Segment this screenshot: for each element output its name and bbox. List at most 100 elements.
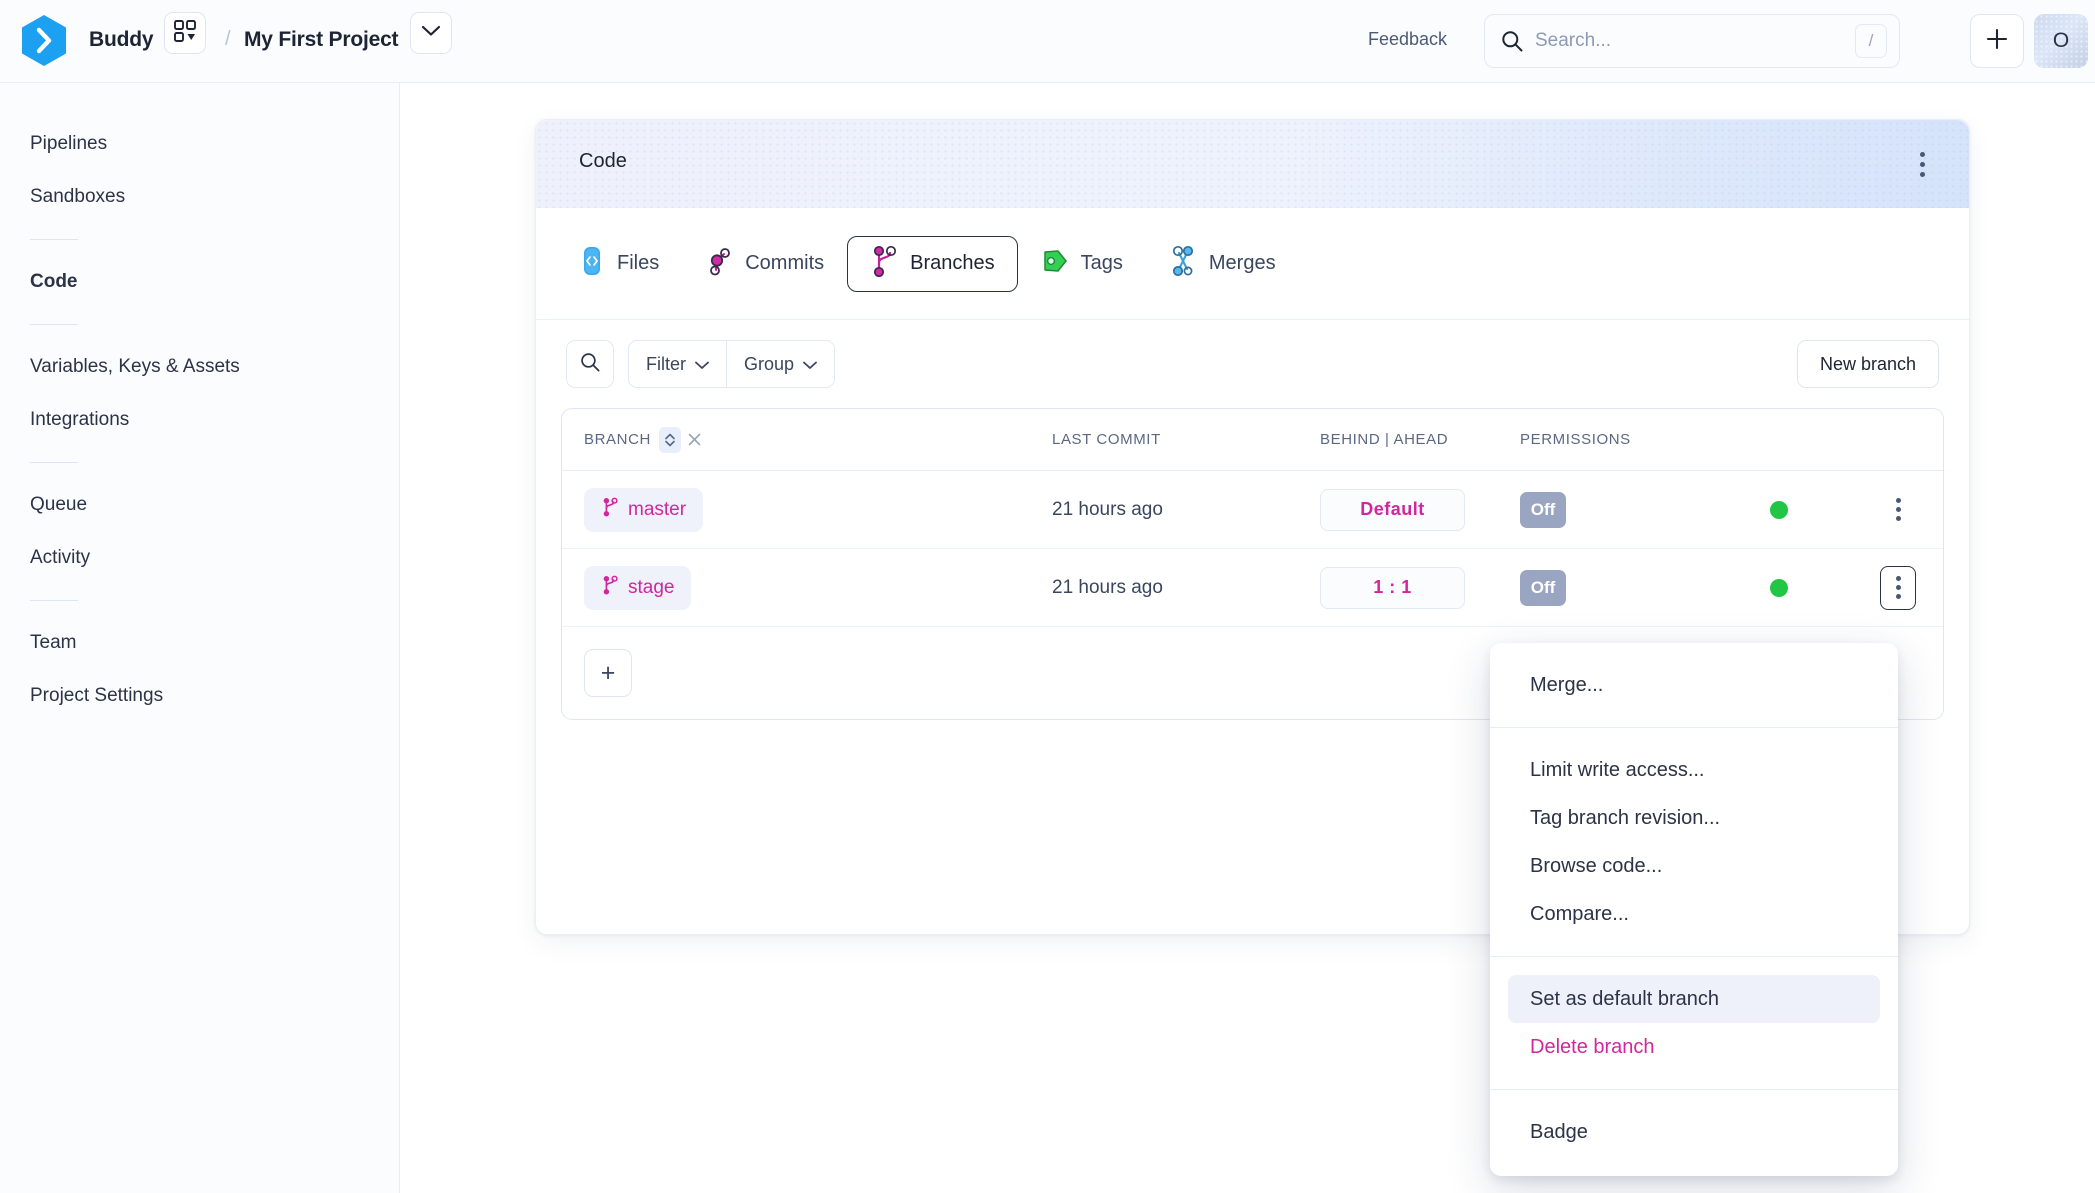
- filter-button[interactable]: Filter: [629, 341, 726, 387]
- sidebar-item-label: Variables, Keys & Assets: [30, 356, 240, 377]
- column-label-behind-ahead: BEHIND | AHEAD: [1320, 430, 1449, 448]
- filter-group-segment: Filter Group: [628, 340, 836, 388]
- create-new-button[interactable]: [1970, 14, 2024, 68]
- sidebar-item-label: Pipelines: [30, 133, 108, 154]
- branch-icon: [601, 575, 619, 601]
- cell-actions: [1880, 565, 1943, 610]
- sidebar-nav: Pipelines Sandboxes Code Variables, Keys…: [0, 83, 399, 711]
- menu-item-label: Browse code...: [1530, 854, 1663, 877]
- sidebar-item-integrations[interactable]: Integrations: [0, 405, 399, 435]
- chevron-down-icon: [803, 354, 817, 375]
- dot-icon: [1895, 498, 1901, 503]
- group-button[interactable]: Group: [726, 341, 834, 387]
- cell-permissions: Off: [1520, 569, 1770, 606]
- buddy-logo-icon[interactable]: [21, 14, 67, 67]
- cell-behind-ahead: 1 : 1: [1320, 566, 1520, 609]
- sidebar-item-sandboxes[interactable]: Sandboxes: [0, 182, 399, 212]
- sidebar-item-project-settings[interactable]: Project Settings: [0, 681, 399, 711]
- menu-item-tag-branch-revision[interactable]: Tag branch revision...: [1508, 794, 1880, 842]
- tab-files[interactable]: Files: [556, 236, 682, 292]
- sidebar-item-code[interactable]: Code: [0, 267, 399, 297]
- permissions-toggle[interactable]: Off: [1520, 569, 1566, 606]
- sort-toggle-icon[interactable]: [658, 426, 681, 453]
- panel-options-button[interactable]: [1909, 144, 1935, 184]
- table-row[interactable]: master 21 hours ago Default Off: [562, 471, 1943, 549]
- cell-branch: stage: [584, 565, 1052, 610]
- sidebar: Pipelines Sandboxes Code Variables, Keys…: [0, 83, 400, 1193]
- search-branches-button[interactable]: [566, 340, 614, 388]
- tab-merges[interactable]: Merges: [1146, 236, 1299, 292]
- tab-commits[interactable]: Commits: [682, 236, 847, 292]
- column-header-behind-ahead: BEHIND | AHEAD: [1320, 431, 1520, 449]
- menu-item-label: Limit write access...: [1530, 758, 1705, 781]
- app-switcher-button[interactable]: [164, 12, 206, 54]
- menu-divider: [1490, 956, 1898, 957]
- sidebar-item-team[interactable]: Team: [0, 628, 399, 658]
- avatar[interactable]: O: [2034, 14, 2088, 68]
- clear-sort-icon[interactable]: [684, 427, 706, 453]
- sidebar-item-queue[interactable]: Queue: [0, 490, 399, 520]
- chevron-down-icon: [695, 354, 709, 375]
- behind-ahead-badge[interactable]: Default: [1320, 488, 1465, 531]
- feedback-link[interactable]: Feedback: [1368, 29, 1447, 50]
- menu-item-compare[interactable]: Compare...: [1508, 890, 1880, 938]
- sidebar-divider: [30, 239, 78, 240]
- search-box[interactable]: Search... /: [1484, 14, 1900, 68]
- sidebar-item-label: Queue: [30, 494, 88, 515]
- tab-label: Files: [617, 252, 660, 274]
- search-shortcut-badge: /: [1855, 24, 1887, 58]
- sidebar-item-variables-keys-assets[interactable]: Variables, Keys & Assets: [0, 352, 399, 382]
- dot-icon: [1895, 516, 1901, 521]
- column-header-last-commit: LAST COMMIT: [1052, 431, 1320, 449]
- menu-divider: [1490, 727, 1898, 728]
- cell-permissions: Off: [1520, 491, 1770, 528]
- sidebar-divider: [30, 462, 78, 463]
- status-indicator-dot: [1770, 578, 1788, 597]
- behind-ahead-badge[interactable]: 1 : 1: [1320, 566, 1465, 609]
- sidebar-item-activity[interactable]: Activity: [0, 543, 399, 573]
- project-dropdown-button[interactable]: [410, 12, 452, 54]
- branches-toolbar: Filter Group New branch: [536, 320, 1969, 408]
- tab-branches[interactable]: Branches: [847, 235, 1018, 292]
- tab-tags[interactable]: Tags: [1018, 236, 1146, 292]
- cell-status: [1770, 578, 1880, 597]
- branch-chip[interactable]: stage: [584, 565, 692, 610]
- group-label: Group: [744, 353, 795, 374]
- plus-icon: +: [600, 658, 616, 687]
- sidebar-item-label: Code: [30, 271, 78, 292]
- menu-item-set-as-default-branch[interactable]: Set as default branch: [1508, 975, 1880, 1023]
- cell-last-commit: 21 hours ago: [1052, 577, 1320, 599]
- commits-icon: [705, 246, 733, 282]
- menu-item-merge[interactable]: Merge...: [1508, 661, 1880, 709]
- project-name[interactable]: My First Project: [244, 28, 399, 52]
- new-branch-button[interactable]: New branch: [1796, 340, 1939, 388]
- status-indicator-dot: [1770, 500, 1788, 519]
- sidebar-item-label: Activity: [30, 547, 91, 568]
- grid-icon: [174, 19, 196, 47]
- menu-item-limit-write-access[interactable]: Limit write access...: [1508, 746, 1880, 794]
- tab-label: Merges: [1208, 252, 1276, 274]
- tag-icon: [1041, 246, 1069, 282]
- new-branch-label: New branch: [1819, 353, 1916, 374]
- tab-label: Commits: [745, 252, 825, 274]
- add-branch-button[interactable]: +: [584, 649, 632, 697]
- brand-name[interactable]: Buddy: [89, 28, 154, 52]
- sidebar-item-label: Project Settings: [30, 685, 164, 706]
- branch-icon: [601, 497, 619, 523]
- search-icon: [1501, 30, 1523, 52]
- table-row[interactable]: stage 21 hours ago 1 : 1 Off: [562, 549, 1943, 627]
- page-title: Code: [579, 150, 627, 172]
- permissions-toggle[interactable]: Off: [1520, 491, 1566, 528]
- menu-item-delete-branch[interactable]: Delete branch: [1508, 1023, 1880, 1071]
- menu-item-label: Set as default branch: [1530, 987, 1720, 1010]
- row-options-button[interactable]: [1880, 565, 1916, 610]
- dot-icon: [1919, 151, 1925, 157]
- sidebar-item-pipelines[interactable]: Pipelines: [0, 129, 399, 159]
- row-options-button[interactable]: [1880, 488, 1916, 532]
- sidebar-divider: [30, 600, 78, 601]
- sidebar-divider: [30, 324, 78, 325]
- search-input[interactable]: Search...: [1535, 30, 1611, 52]
- menu-item-browse-code[interactable]: Browse code...: [1508, 842, 1880, 890]
- branch-chip[interactable]: master: [584, 487, 704, 532]
- menu-item-badge[interactable]: Badge: [1508, 1108, 1880, 1156]
